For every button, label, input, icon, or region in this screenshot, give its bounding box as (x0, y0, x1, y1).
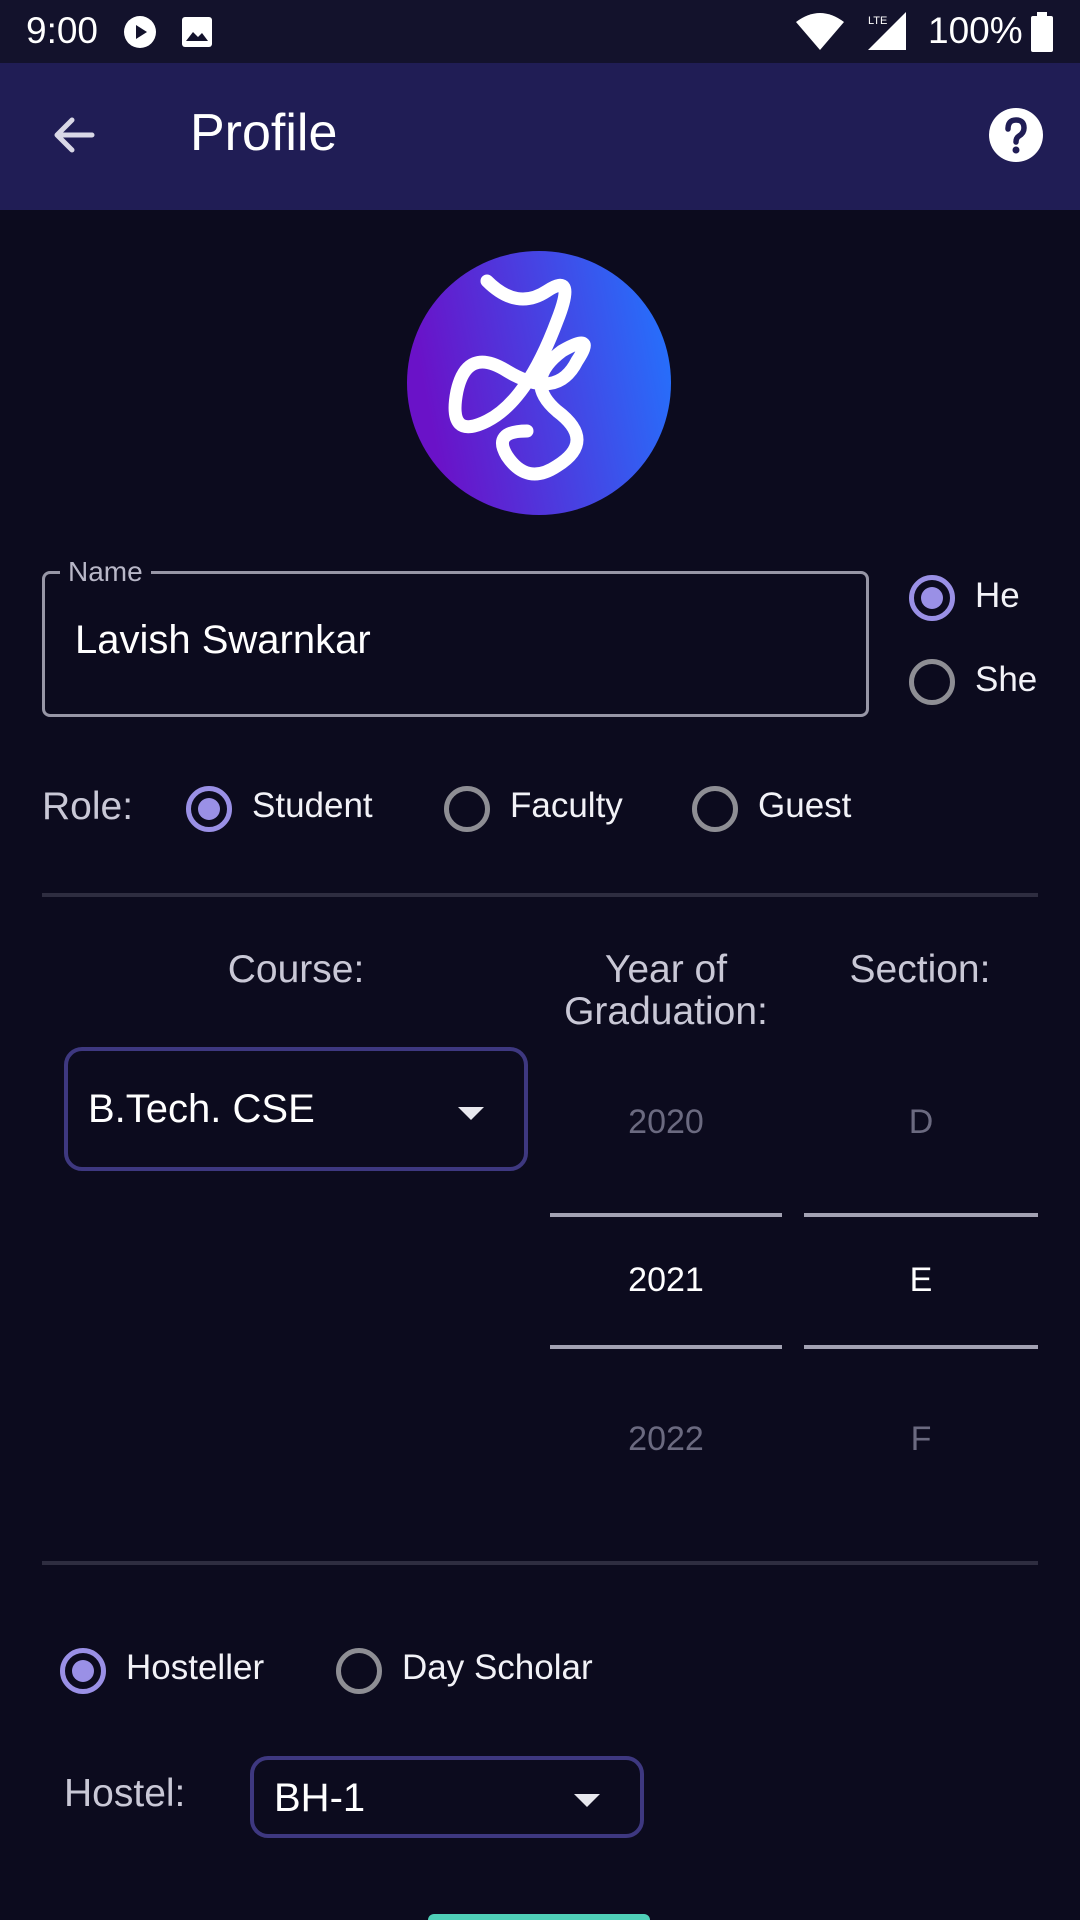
page-title: Profile (190, 104, 338, 162)
radio-she[interactable] (909, 659, 955, 705)
svg-text:LTE: LTE (868, 15, 887, 27)
dropdown-arrow-icon (574, 1794, 600, 1807)
year-label-line1: Year of (604, 948, 728, 991)
year-picker-top-line (550, 1213, 782, 1217)
avatar[interactable] (407, 251, 671, 515)
name-input[interactable]: Lavish Swarnkar (75, 618, 371, 663)
hostel-label: Hostel: (64, 1772, 186, 1815)
radio-guest[interactable] (692, 786, 738, 832)
play-store-icon (124, 16, 156, 48)
radio-hosteller[interactable] (60, 1648, 106, 1694)
radio-guest-label: Guest (758, 786, 852, 825)
dropdown-arrow-icon (458, 1107, 484, 1120)
status-bar: 9:00 LTE 100% (0, 0, 1080, 63)
battery-percent: 100% (928, 10, 1023, 51)
year-picker-bottom-line (550, 1345, 782, 1349)
radio-faculty-label: Faculty (510, 786, 623, 825)
course-label: Course: (227, 948, 365, 991)
battery-icon (1031, 12, 1053, 52)
course-dropdown-value: B.Tech. CSE (88, 1087, 315, 1131)
section-label: Section: (849, 948, 991, 991)
divider (42, 893, 1038, 897)
back-arrow-icon[interactable] (48, 109, 100, 161)
divider (42, 1561, 1038, 1565)
hostel-dropdown-value: BH-1 (274, 1776, 366, 1820)
app-bar: Profile (0, 63, 1080, 210)
radio-day-scholar-label: Day Scholar (402, 1648, 593, 1687)
help-icon[interactable] (988, 107, 1044, 163)
image-icon (182, 17, 212, 47)
radio-hosteller-label: Hosteller (126, 1648, 265, 1687)
name-label: Name (60, 556, 151, 588)
submit-button-edge[interactable] (428, 1914, 650, 1920)
section-option-prev[interactable]: D (804, 1103, 1038, 1142)
year-option-selected[interactable]: 2021 (550, 1261, 782, 1300)
year-option-next[interactable]: 2022 (550, 1420, 782, 1459)
radio-day-scholar[interactable] (336, 1648, 382, 1694)
radio-he-label: He (975, 576, 1020, 615)
section-picker-bottom-line (804, 1345, 1038, 1349)
radio-faculty[interactable] (444, 786, 490, 832)
section-picker-top-line (804, 1213, 1038, 1217)
role-label: Role: (42, 785, 134, 828)
section-option-next[interactable]: F (804, 1420, 1038, 1459)
course-dropdown[interactable]: B.Tech. CSE (64, 1047, 528, 1171)
radio-she-label: She (975, 660, 1038, 699)
radio-he[interactable] (909, 575, 955, 621)
section-option-selected[interactable]: E (804, 1261, 1038, 1300)
status-time: 9:00 (26, 10, 99, 51)
year-label-line2: Graduation: (564, 990, 768, 1033)
radio-student[interactable] (186, 786, 232, 832)
signal-icon: LTE (868, 12, 906, 50)
hostel-dropdown[interactable]: BH-1 (250, 1756, 644, 1838)
wifi-icon (796, 13, 844, 50)
radio-student-label: Student (252, 786, 373, 825)
year-option-prev[interactable]: 2020 (550, 1103, 782, 1142)
